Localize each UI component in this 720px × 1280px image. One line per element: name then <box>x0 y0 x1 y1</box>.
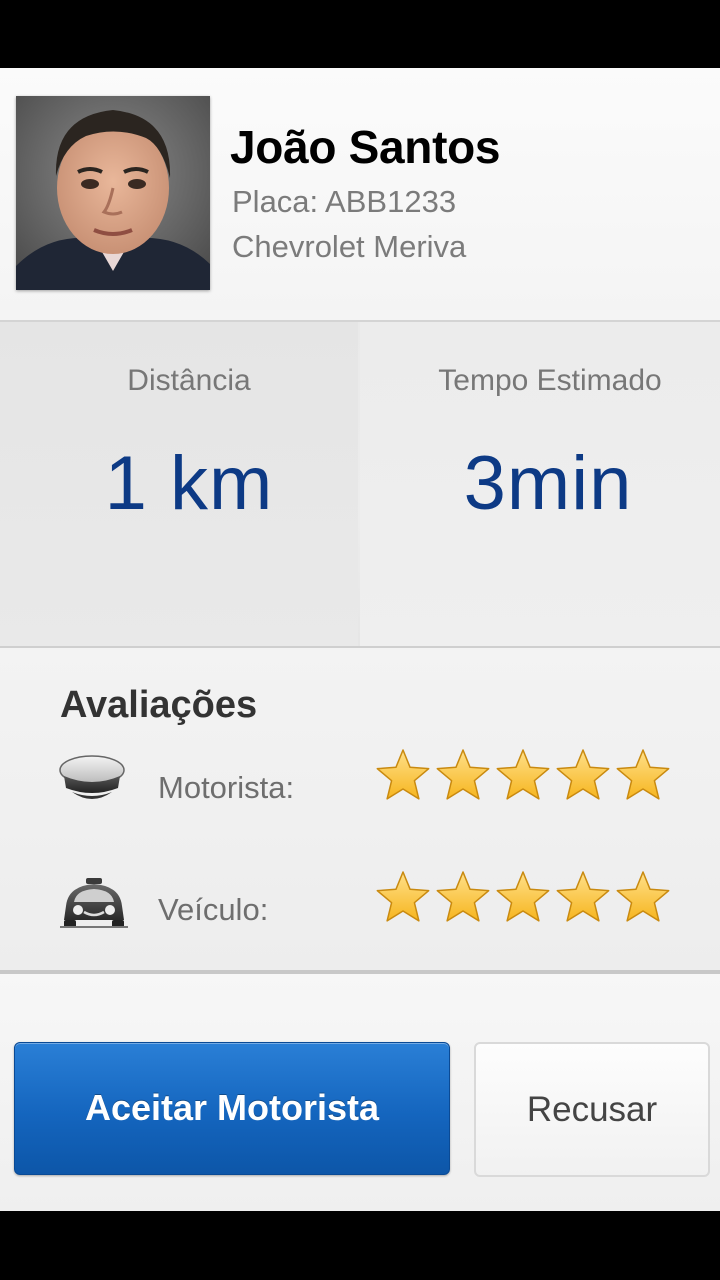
star-icon <box>436 749 490 800</box>
chauffeur-cap-icon <box>58 754 130 810</box>
time-stat: Tempo Estimado 3min <box>360 322 720 646</box>
vehicle-rating-label: Veículo: <box>158 892 269 927</box>
star-icon <box>556 749 610 800</box>
driver-car-model: Chevrolet Meriva <box>232 229 467 264</box>
star-icon <box>556 871 610 922</box>
top-black-bar <box>0 0 720 68</box>
refuse-button[interactable]: Recusar <box>474 1042 710 1177</box>
action-bar: Aceitar Motorista Recusar <box>0 974 720 1211</box>
driver-rating-row: Motorista: <box>0 746 720 826</box>
driver-header: João Santos Placa: ABB1233 Chevrolet Mer… <box>0 68 720 322</box>
trip-stats: Distância 1 km Tempo Estimado 3min <box>0 322 720 648</box>
distance-label: Distância <box>127 364 251 397</box>
driver-avatar <box>16 96 210 290</box>
distance-value: 1 km <box>104 441 274 526</box>
vehicle-rating-row: Veículo: <box>0 868 720 948</box>
distance-stat: Distância 1 km <box>0 322 358 646</box>
accept-driver-label: Aceitar Motorista <box>84 1087 380 1128</box>
star-icon <box>616 749 670 800</box>
ratings-title: Avaliações <box>60 684 258 726</box>
driver-plate: Placa: ABB1233 <box>232 184 457 219</box>
refuse-label: Recusar <box>526 1090 658 1129</box>
taxi-car-icon <box>58 876 130 932</box>
star-icon <box>616 871 670 922</box>
star-icon <box>496 749 550 800</box>
star-icon <box>496 871 550 922</box>
star-icon <box>436 871 490 922</box>
vehicle-rating-stars <box>374 868 672 926</box>
star-icon <box>376 871 430 922</box>
time-label: Tempo Estimado <box>438 364 662 397</box>
time-value: 3min <box>463 441 633 526</box>
accept-driver-button[interactable]: Aceitar Motorista <box>14 1042 450 1175</box>
driver-rating-label: Motorista: <box>158 770 295 805</box>
star-icon <box>376 749 430 800</box>
driver-card: João Santos Placa: ABB1233 Chevrolet Mer… <box>0 68 720 1211</box>
driver-name: João Santos <box>230 121 501 173</box>
driver-rating-stars <box>374 746 672 804</box>
bottom-black-bar <box>0 1211 720 1280</box>
ratings-section: Avaliações Motorista: Veículo: <box>0 648 720 974</box>
screen: João Santos Placa: ABB1233 Chevrolet Mer… <box>0 0 720 1280</box>
